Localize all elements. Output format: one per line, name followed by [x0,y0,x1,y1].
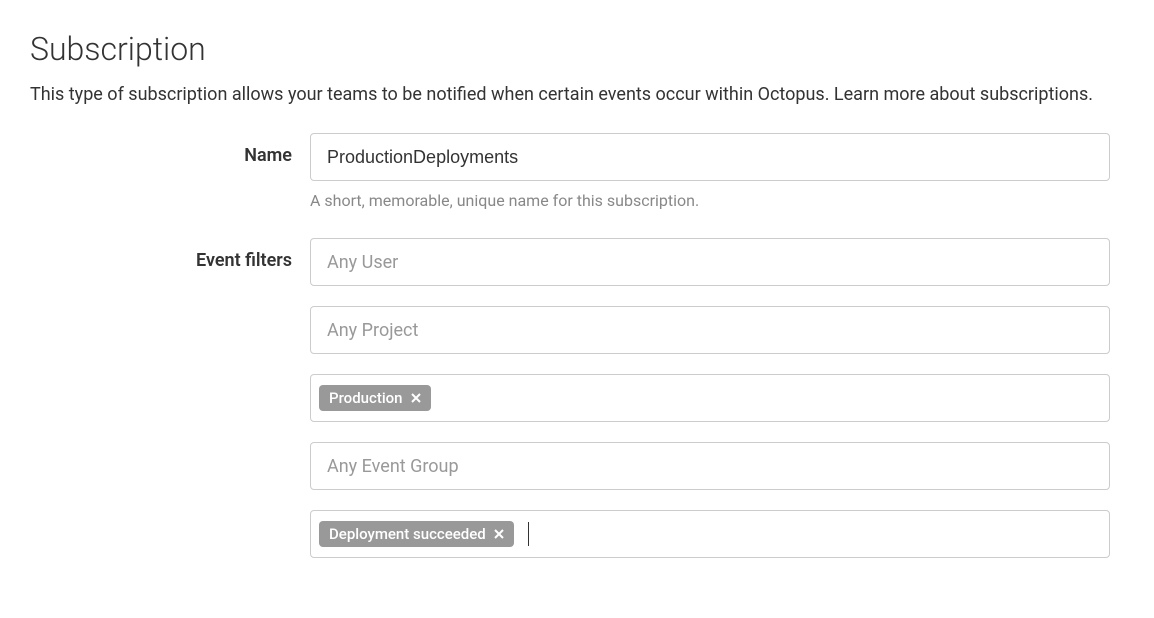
close-icon[interactable] [494,529,504,539]
text-cursor [528,522,529,546]
event-group-filter-input[interactable]: Any Event Group [310,442,1110,490]
page-title: Subscription [30,30,1124,68]
project-filter-input[interactable]: Any Project [310,306,1110,354]
name-helper: A short, memorable, unique name for this… [310,191,1110,210]
name-input[interactable] [310,133,1110,181]
close-icon[interactable] [411,393,421,403]
event-filters-label: Event filters [30,238,310,271]
project-filter-placeholder: Any Project [319,314,426,347]
event-category-tag-label: Deployment succeeded [329,525,486,543]
page-description: This type of subscription allows your te… [30,84,1124,105]
environment-filter-input[interactable]: Production [310,374,1110,422]
user-filter-input[interactable]: Any User [310,238,1110,286]
event-category-filter-input[interactable]: Deployment succeeded [310,510,1110,558]
name-label: Name [30,133,310,166]
user-filter-placeholder: Any User [319,246,406,279]
event-group-filter-placeholder: Any Event Group [319,450,467,483]
event-category-tag: Deployment succeeded [319,521,514,547]
environment-tag: Production [319,385,431,411]
environment-tag-label: Production [329,389,403,407]
